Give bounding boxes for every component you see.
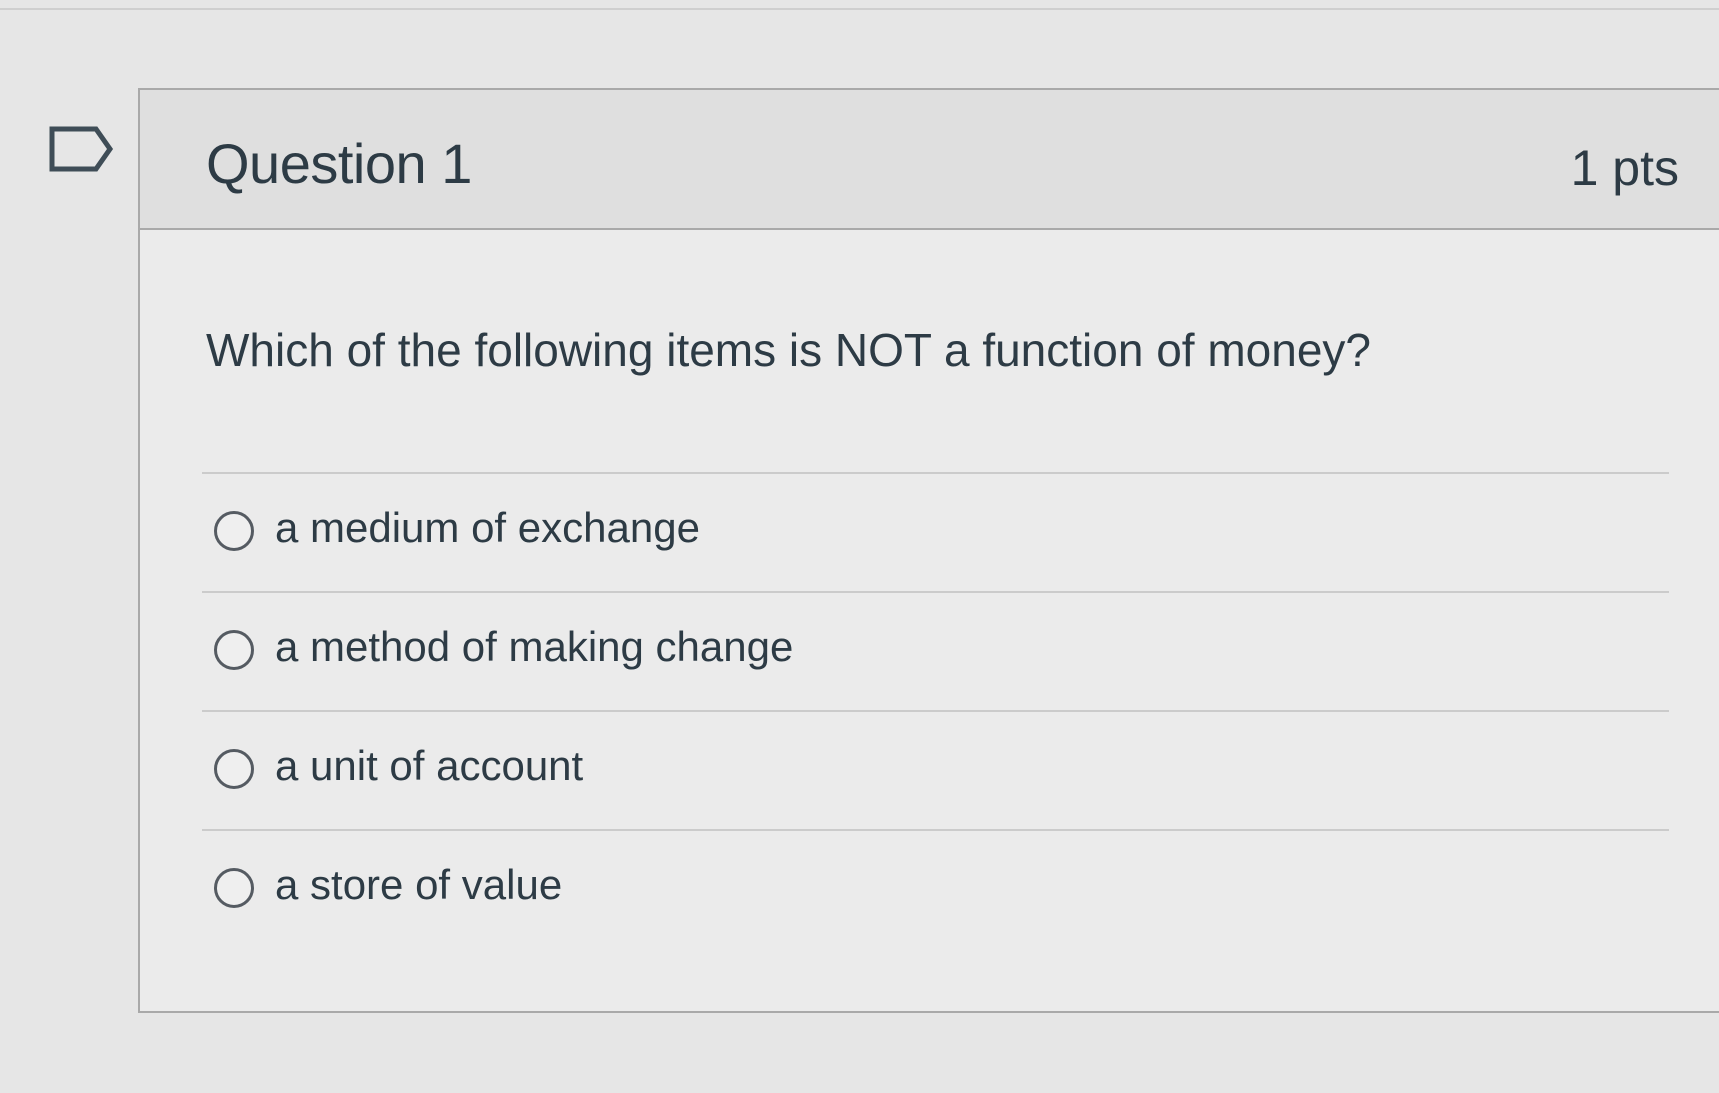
- flag-question-button[interactable]: [48, 125, 114, 177]
- answer-label: a medium of exchange: [275, 504, 700, 551]
- answer-list: a medium of exchange a method of making …: [202, 472, 1669, 948]
- flag-icon: [49, 126, 114, 172]
- question-header: Question 1 1 pts: [140, 90, 1719, 230]
- answer-label: a method of making change: [275, 623, 794, 670]
- radio-button[interactable]: [214, 511, 254, 551]
- answer-label: a store of value: [275, 861, 563, 908]
- radio-button[interactable]: [214, 749, 254, 789]
- answer-option-unit-of-account[interactable]: a unit of account: [202, 710, 1669, 829]
- answer-option-medium-of-exchange[interactable]: a medium of exchange: [202, 472, 1669, 591]
- radio-button[interactable]: [214, 630, 254, 670]
- question-text: Which of the following items is NOT a fu…: [206, 324, 1372, 376]
- question-card: Question 1 1 pts Which of the following …: [138, 88, 1719, 1013]
- question-body: Which of the following items is NOT a fu…: [140, 230, 1719, 1015]
- radio-button[interactable]: [214, 868, 254, 908]
- question-title: Question 1: [206, 132, 472, 195]
- answer-option-method-of-making-change[interactable]: a method of making change: [202, 591, 1669, 710]
- top-divider: [0, 8, 1719, 10]
- question-points: 1 pts: [1570, 140, 1679, 196]
- answer-option-store-of-value[interactable]: a store of value: [202, 829, 1669, 948]
- answer-label: a unit of account: [275, 742, 584, 789]
